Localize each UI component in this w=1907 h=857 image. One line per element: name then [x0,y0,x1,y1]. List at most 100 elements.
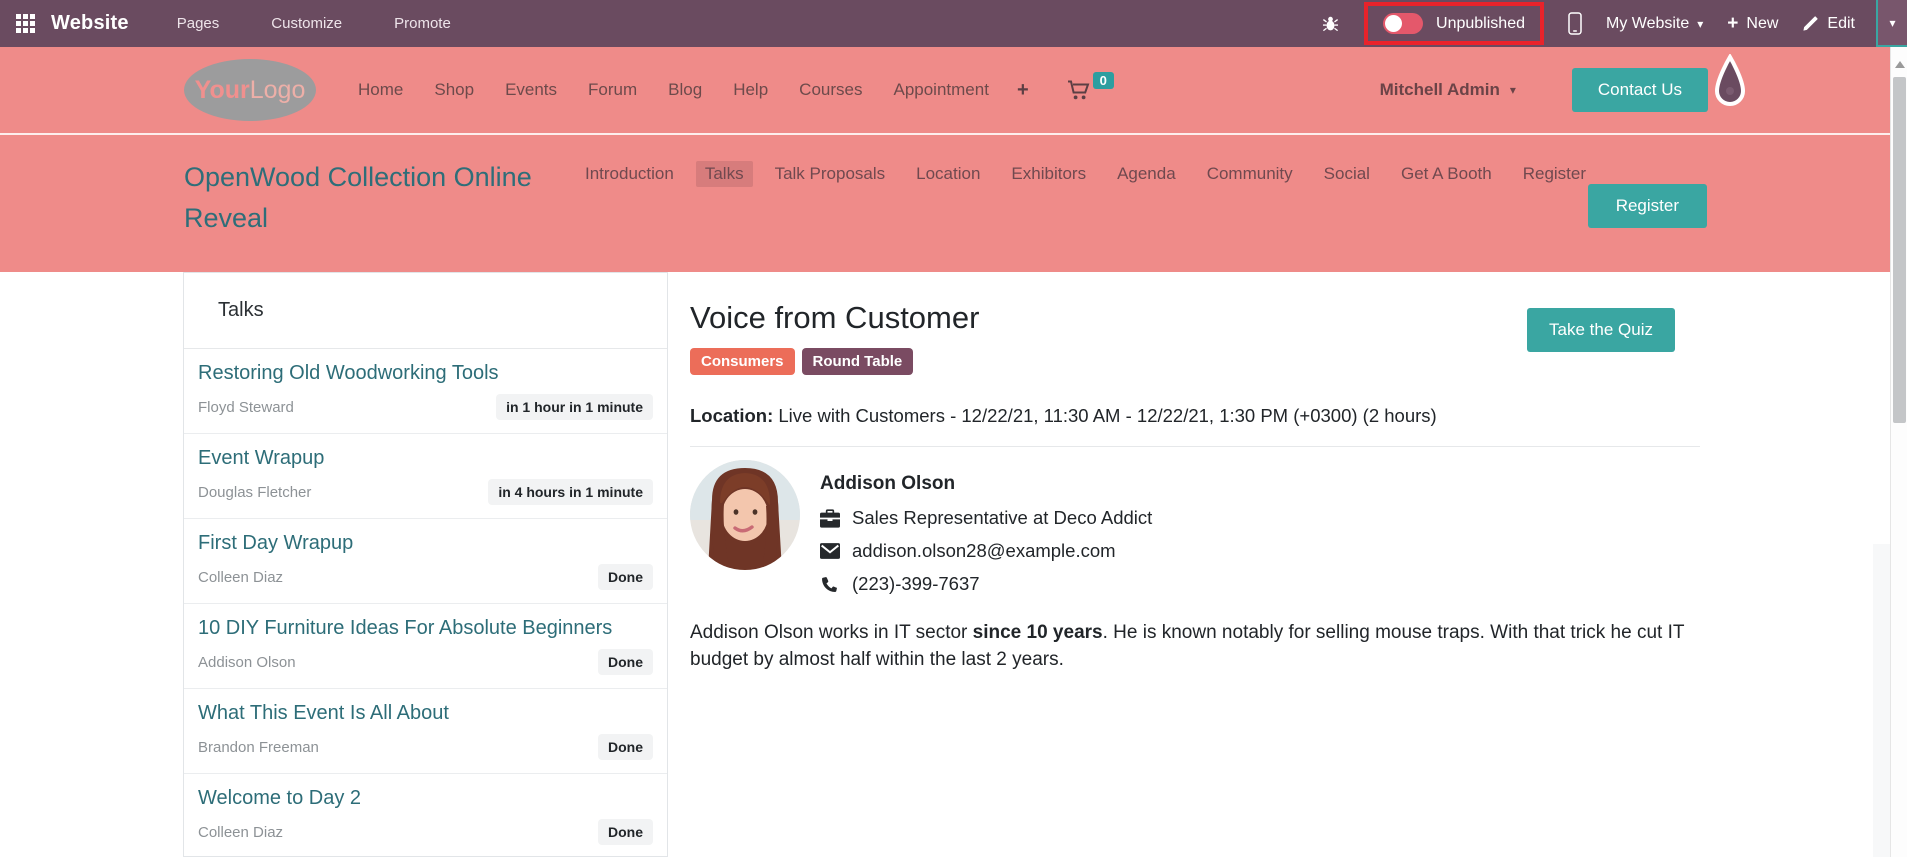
cart-count-badge: 0 [1092,71,1114,89]
site-nav-link[interactable]: Courses [799,80,862,100]
vertical-scrollbar[interactable] [1890,47,1907,857]
talk-status-badge: Done [598,649,653,675]
event-menu-item[interactable]: Community [1198,161,1302,187]
apps-menu-button[interactable] [16,14,35,33]
talk-tag-badge: Consumers [690,348,795,375]
location-label: Location: [690,405,774,426]
talk-speaker: Douglas Fletcher [198,483,312,501]
site-nav-link[interactable]: Forum [588,80,637,100]
talk-speaker: Colleen Diaz [198,568,284,586]
take-quiz-button[interactable]: Take the Quiz [1527,308,1675,352]
event-menu-item[interactable]: Get A Booth [1392,161,1501,187]
talk-list-item: 10 DIY Furniture Ideas For Absolute Begi… [184,604,667,689]
topbar-menu-item[interactable]: Customize [271,15,342,32]
event-title-link[interactable]: OpenWood Collection Online Reveal [184,157,554,239]
speaker-email[interactable]: addison.olson28@example.com [852,540,1116,562]
talk-meta: Floyd Steward in 1 hour in 1 minute [198,394,653,420]
topbar-overflow-dropdown[interactable]: ▾ [1876,0,1907,47]
speaker-avatar [690,460,800,570]
talk-tags: Consumers Round Table [690,348,1700,375]
my-website-dropdown[interactable]: My Website ▾ [1606,15,1703,33]
debug-bug-button[interactable] [1321,14,1340,33]
event-menu-item[interactable]: Agenda [1108,161,1185,187]
speaker-name: Addison Olson [820,473,956,494]
talk-location-line: Location: Live with Customers - 12/22/21… [690,405,1700,427]
speaker-section: Addison Olson Sales Representative at De… [690,460,1700,606]
envelope-icon [820,543,840,559]
talk-list-item: Event Wrapup Douglas Fletcher in 4 hours… [184,434,667,519]
talks-side-panel: Talks Restoring Old Woodworking Tools Fl… [183,272,668,857]
event-submenu: Introduction Talks Talk Proposals Location E… [576,161,1596,187]
topbar-right: Unpublished My Website ▾ + New Edit [1321,2,1855,45]
bug-icon [1323,16,1339,32]
talk-title-link[interactable]: Restoring Old Woodworking Tools [198,362,653,385]
publish-status-label: Unpublished [1436,14,1525,32]
odoo-topbar: Website Pages Customize Promote Unpublishe… [0,0,1907,47]
talk-title-link[interactable]: 10 DIY Furniture Ideas For Absolute Begi… [198,617,653,640]
event-menu-item[interactable]: Location [907,161,989,187]
event-menu-item[interactable]: Exhibitors [1002,161,1095,187]
event-menu-item[interactable]: Talks [695,161,753,187]
website-navbar: Your Logo Home Shop Events Forum Blog Help Cour… [0,47,1890,135]
edit-label: Edit [1827,14,1855,32]
talk-title-link[interactable]: Event Wrapup [198,447,653,470]
talk-status-badge: in 1 hour in 1 minute [496,394,653,420]
event-header: OpenWood Collection Online Reveal Introd… [0,135,1890,272]
user-menu-dropdown[interactable]: Mitchell Admin ▾ [1380,80,1516,100]
add-menu-plus-icon[interactable]: + [1017,79,1029,102]
logo-text-bold: Your [194,75,250,104]
new-label: New [1746,14,1779,32]
event-menu-item[interactable]: Introduction [576,161,683,187]
talks-panel-heading: Talks [184,273,667,349]
plus-icon: + [1727,12,1739,34]
logo-text-light: Logo [249,75,306,104]
speaker-role: Sales Representative at Deco Addict [852,507,1153,528]
scrollbar-thumb[interactable] [1893,77,1906,423]
cart-icon [1067,80,1090,99]
talk-status-badge: in 4 hours in 1 minute [488,479,653,505]
site-nav-link[interactable]: Shop [434,80,474,100]
talk-speaker: Brandon Freeman [198,738,319,756]
talk-title-link[interactable]: What This Event Is All About [198,702,653,725]
talks-list: Restoring Old Woodworking Tools Floyd St… [184,349,667,857]
site-nav-link[interactable]: Help [733,80,768,100]
speaker-role-line: Sales Representative at Deco Addict [820,507,1152,529]
mobile-icon [1568,12,1582,35]
page-content: Talks Restoring Old Woodworking Tools Fl… [0,272,1890,857]
mobile-preview-button[interactable] [1568,12,1582,35]
site-nav-link[interactable]: Appointment [893,80,988,100]
site-nav-link[interactable]: Blog [668,80,702,100]
event-menu-item[interactable]: Register [1514,161,1595,187]
topbar-menu-item[interactable]: Pages [177,15,220,32]
toggle-knob [1385,15,1403,32]
talk-status-badge: Done [598,564,653,590]
event-menu-item[interactable]: Talk Proposals [766,161,895,187]
talk-title-link[interactable]: Welcome to Day 2 [198,787,653,810]
site-logo[interactable]: Your Logo [184,59,316,121]
user-name: Mitchell Admin [1379,80,1500,99]
site-nav-link[interactable]: Home [358,80,403,100]
contact-us-button[interactable]: Contact Us [1571,68,1708,112]
talk-status-badge: Done [598,819,653,845]
talk-speaker: Addison Olson [198,653,296,671]
site-nav-link[interactable]: Events [505,80,557,100]
topbar-menus: Pages Customize Promote [177,15,451,32]
scrollbar-up-arrow[interactable] [1895,61,1905,68]
new-button[interactable]: + New [1727,13,1778,35]
speaker-email-line: addison.olson28@example.com [820,540,1152,562]
topbar-menu-item[interactable]: Promote [394,15,451,32]
site-nav-links: Home Shop Events Forum Blog Help Courses Appoin… [358,80,989,100]
cart-button[interactable]: 0 [1067,71,1114,101]
publish-toggle[interactable] [1383,13,1424,34]
bio-text-1: Addison Olson works in IT sector [690,622,973,643]
edit-button[interactable]: Edit [1802,15,1855,33]
section-divider [690,446,1700,447]
location-value: Live with Customers - 12/22/21, 11:30 AM… [773,405,1437,426]
chevron-down-icon: ▾ [1889,15,1896,30]
event-menu-item[interactable]: Social [1315,161,1379,187]
register-button[interactable]: Register [1587,184,1707,228]
talk-title-link[interactable]: First Day Wrapup [198,532,653,555]
speaker-bio: Addison Olson works in IT sector since 1… [690,620,1700,674]
talk-speaker: Floyd Steward [198,398,294,416]
talk-status-badge: Done [598,734,653,760]
